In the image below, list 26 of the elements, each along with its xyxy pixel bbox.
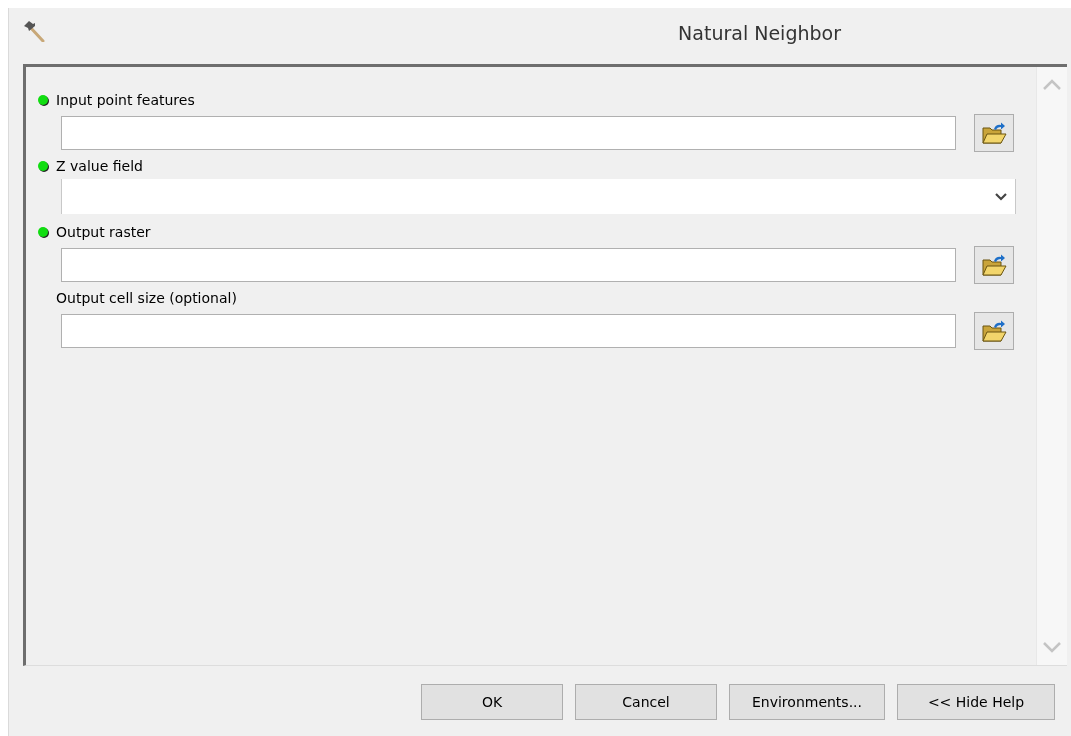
scroll-down-icon[interactable] xyxy=(1043,642,1061,653)
folder-icon xyxy=(981,253,1007,277)
dialog-button[interactable]: Cancel xyxy=(575,684,717,720)
parameter-label: Output cell size (optional) xyxy=(56,288,237,308)
input-field[interactable] xyxy=(61,248,956,282)
dialog-button[interactable]: << Hide Help xyxy=(897,684,1055,720)
required-dot xyxy=(38,227,48,237)
browse-button[interactable] xyxy=(974,114,1014,152)
input-field[interactable] xyxy=(61,314,956,348)
folder-icon xyxy=(981,121,1007,145)
folder-icon xyxy=(981,319,1007,343)
dialog-button[interactable]: Environments... xyxy=(729,684,885,720)
hammer-icon xyxy=(23,20,45,42)
dialog-button[interactable]: OK xyxy=(421,684,563,720)
required-dot xyxy=(38,95,48,105)
parameter-label: Z value field xyxy=(56,156,143,176)
window-title: Natural Neighbor xyxy=(678,20,841,46)
browse-button[interactable] xyxy=(974,246,1014,284)
scroll-up-icon[interactable] xyxy=(1043,79,1061,90)
chevron-down-icon xyxy=(995,192,1007,201)
browse-button[interactable] xyxy=(974,312,1014,350)
input-field[interactable] xyxy=(61,116,956,150)
required-dot xyxy=(38,161,48,171)
parameter-label: Output raster xyxy=(56,222,151,242)
dropdown-field[interactable] xyxy=(61,179,1016,214)
parameter-label: Input point features xyxy=(56,90,195,110)
